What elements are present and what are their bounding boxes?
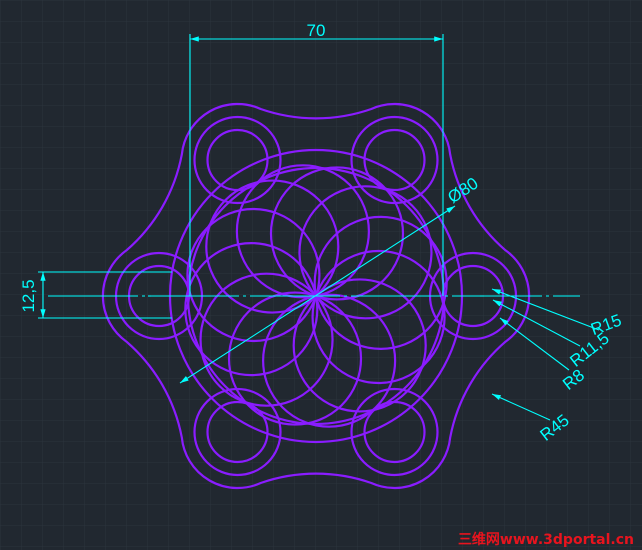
watermark-text: 三维网www.3dportal.cn [458,531,634,548]
cad-canvas[interactable]: 70 Ø80 12,5 R15 R11,5 R8 R45 三维网www.3dpo… [0,0,642,550]
cad-drawing: 70 Ø80 12,5 R15 R11,5 R8 R45 三维网www.3dpo… [0,0,642,550]
grid-background [0,0,642,550]
dim-text-12-5: 12,5 [19,279,38,312]
dim-text-70: 70 [307,21,326,40]
